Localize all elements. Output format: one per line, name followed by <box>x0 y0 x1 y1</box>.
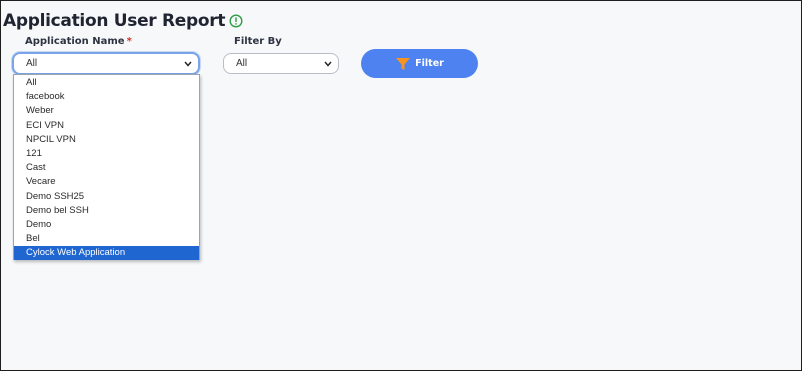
filter-by-select-value: All <box>236 58 248 69</box>
dropdown-option[interactable]: Weber <box>14 104 199 118</box>
dropdown-option[interactable]: Demo bel SSH <box>14 204 199 218</box>
dropdown-option[interactable]: facebook <box>14 90 199 104</box>
funnel-icon <box>396 57 411 70</box>
filter-by-label: Filter By <box>234 36 282 47</box>
chevron-down-icon <box>184 61 192 67</box>
dropdown-option[interactable]: Cast <box>14 161 199 175</box>
dropdown-option[interactable]: Demo <box>14 218 199 232</box>
title-row: Application User Report <box>3 11 243 31</box>
filter-button[interactable]: Filter <box>361 49 478 78</box>
dropdown-option[interactable]: NPCIL VPN <box>14 133 199 147</box>
filter-by-label-text: Filter By <box>234 36 282 47</box>
report-panel: Application User Report Application Name… <box>0 0 802 371</box>
filter-button-label: Filter <box>415 58 444 69</box>
application-name-label: Application Name * <box>25 36 132 47</box>
dropdown-option[interactable]: Bel <box>14 232 199 246</box>
application-name-label-text: Application Name <box>25 36 125 47</box>
chevron-down-icon <box>324 61 332 67</box>
page-title: Application User Report <box>3 11 226 31</box>
dropdown-option[interactable]: ECI VPN <box>14 119 199 133</box>
dropdown-option[interactable]: All <box>14 76 199 90</box>
dropdown-option[interactable]: 121 <box>14 147 199 161</box>
application-name-select-value: All <box>26 58 38 69</box>
application-dropdown-list[interactable]: All facebook Weber ECI VPN NPCIL VPN 121… <box>13 74 200 261</box>
dropdown-option[interactable]: Demo SSH25 <box>14 190 199 204</box>
application-name-select[interactable]: All <box>12 52 200 75</box>
required-asterisk: * <box>126 36 132 47</box>
filter-by-select[interactable]: All <box>223 53 339 74</box>
info-circle-icon[interactable] <box>229 14 243 28</box>
dropdown-option-highlighted[interactable]: Cylock Web Application <box>14 246 199 261</box>
dropdown-option[interactable]: Vecare <box>14 175 199 189</box>
